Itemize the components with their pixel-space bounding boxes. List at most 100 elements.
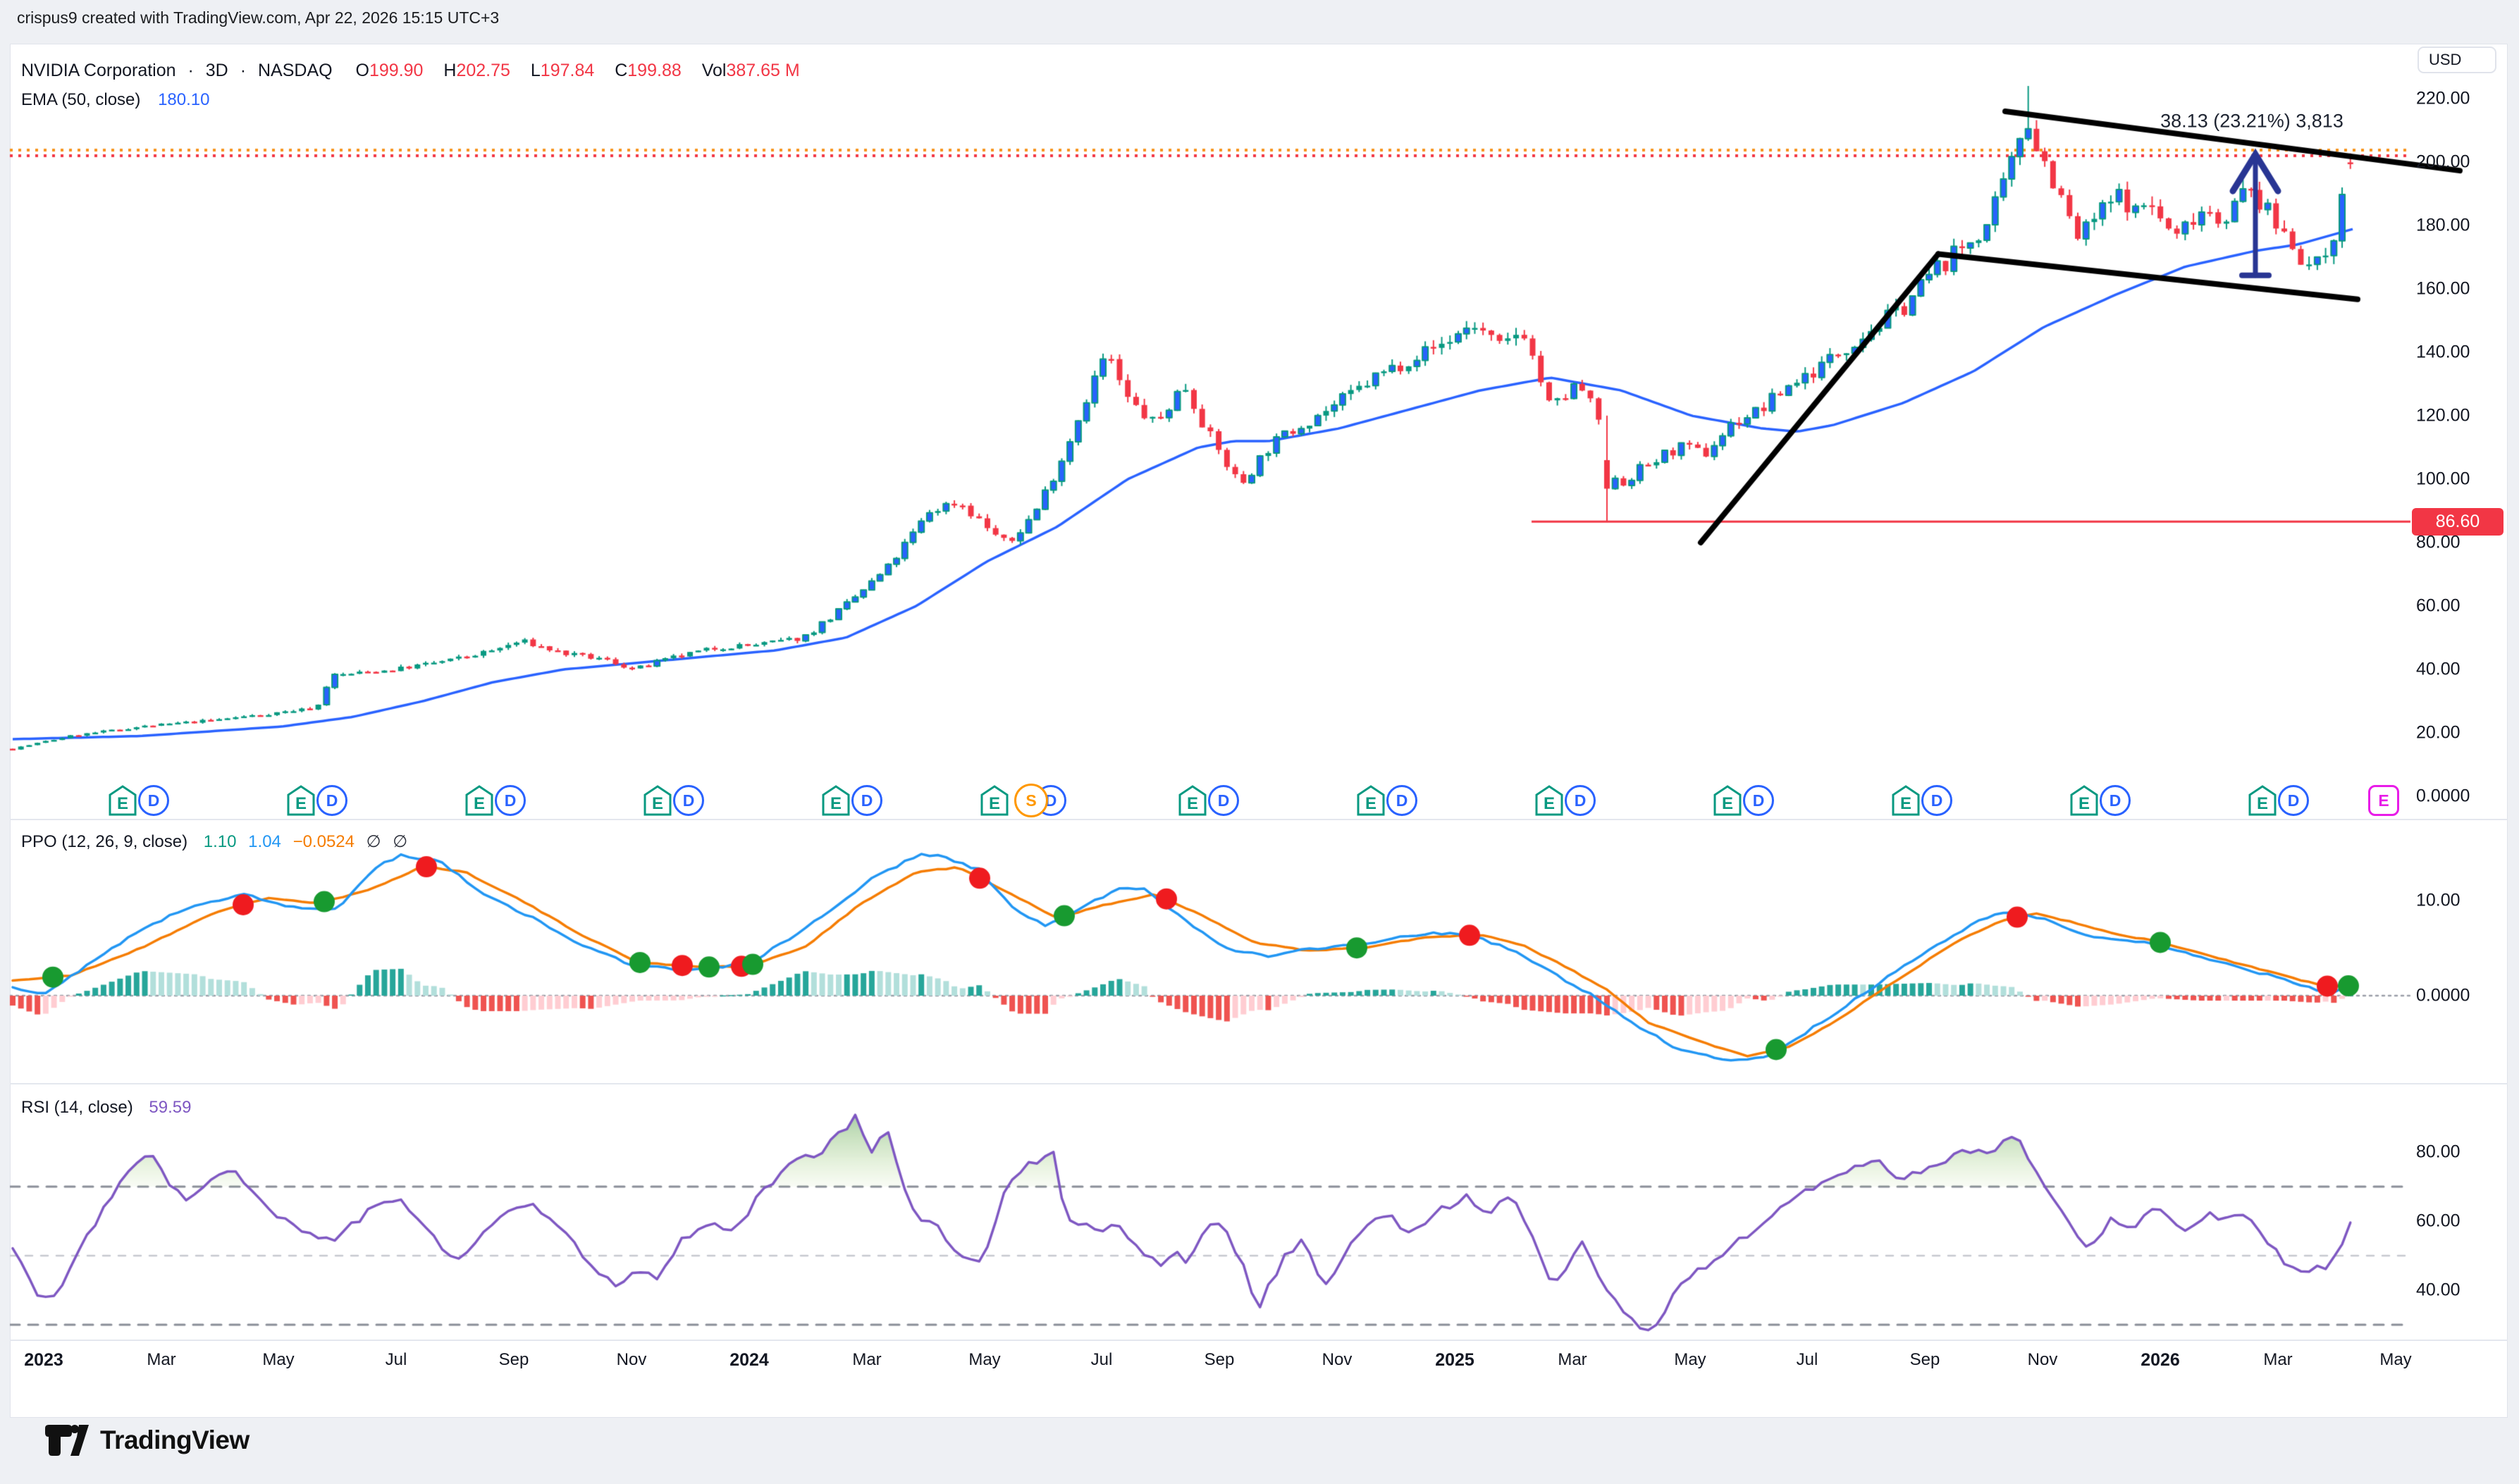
time-month-label[interactable]: Sep (499, 1350, 529, 1370)
price-tick-label: 220.00 (2416, 89, 2470, 109)
separator-dot: · (188, 61, 194, 80)
earnings-badge[interactable]: E (2070, 785, 2098, 816)
dividend-badge[interactable]: D (673, 785, 704, 816)
svg-text:E: E (830, 794, 842, 813)
ppo-hist-value: 1.10 (204, 832, 237, 851)
price-tick-label: 120.00 (2416, 406, 2470, 426)
rsi-tick-label: 80.00 (2416, 1142, 2461, 1163)
ppo-empty-icon: ∅ (393, 832, 407, 851)
open-value: 199.90 (369, 61, 423, 80)
time-month-label[interactable]: Mar (1558, 1350, 1587, 1370)
split-badge[interactable]: S (1014, 784, 1048, 817)
time-month-label[interactable]: Nov (1322, 1350, 1353, 1370)
dividend-badge[interactable]: D (2100, 785, 2131, 816)
earnings-badge[interactable]: E (109, 785, 137, 816)
ppo-line-value: 1.04 (248, 832, 281, 851)
price-tick-label: 40.00 (2416, 660, 2461, 680)
earnings-badge[interactable]: E (643, 785, 672, 816)
currency-chip[interactable]: USD (2418, 47, 2496, 73)
earnings-badge[interactable]: E (1535, 785, 1563, 816)
time-year-label[interactable]: 2025 (1435, 1350, 1474, 1371)
ema-value: 180.10 (158, 90, 209, 109)
chart-canvas[interactable] (0, 0, 2519, 1484)
price-tick-label: 140.00 (2416, 342, 2470, 363)
rsi-tick-label: 60.00 (2416, 1211, 2461, 1232)
time-month-label[interactable]: Sep (1205, 1350, 1235, 1370)
volume-value: 387.65 M (726, 61, 799, 80)
symbol-legend[interactable]: NVIDIA Corporation · 3D · NASDAQ O199.90… (21, 61, 807, 81)
dividend-badge[interactable]: D (1921, 785, 1952, 816)
panel-divider[interactable] (10, 1083, 2508, 1084)
time-month-label[interactable]: Mar (147, 1350, 175, 1370)
time-year-label[interactable]: 2024 (729, 1350, 769, 1371)
earnings-badge[interactable]: E (822, 785, 850, 816)
rsi-legend[interactable]: RSI (14, close) 59.59 (21, 1098, 198, 1118)
dividend-badge[interactable]: D (1565, 785, 1596, 816)
time-month-label[interactable]: Mar (2263, 1350, 2292, 1370)
rsi-tick-label: 40.00 (2416, 1280, 2461, 1301)
time-month-label[interactable]: Jul (1797, 1350, 1818, 1370)
low-value: 197.84 (541, 61, 594, 80)
earnings-badge[interactable]: E (465, 785, 493, 816)
ppo-tick-label: 0.0000 (2416, 986, 2470, 1006)
price-tick-label: 200.00 (2416, 152, 2470, 173)
time-month-label[interactable]: Sep (1910, 1350, 1940, 1370)
dividend-badge[interactable]: D (1386, 785, 1417, 816)
dividend-badge[interactable]: D (1743, 785, 1774, 816)
panel-divider[interactable] (10, 819, 2508, 820)
svg-text:E: E (1544, 794, 1555, 813)
time-month-label[interactable]: Nov (2028, 1350, 2058, 1370)
measure-annotation[interactable]: 38.13 (23.21%) 3,813 (2160, 111, 2344, 132)
dividend-badge[interactable]: D (138, 785, 169, 816)
time-month-label[interactable]: Mar (852, 1350, 881, 1370)
upcoming-earnings-badge[interactable]: E (2368, 785, 2399, 816)
time-year-label[interactable]: 2026 (2141, 1350, 2180, 1371)
earnings-badge[interactable]: E (2248, 785, 2277, 816)
price-level-badge[interactable]: 86.60 (2412, 508, 2503, 536)
volume-label: Vol (702, 61, 727, 80)
rsi-value: 59.59 (149, 1098, 191, 1117)
dividend-badge[interactable]: D (495, 785, 526, 816)
rsi-label: RSI (14, close) (21, 1098, 133, 1117)
time-month-label[interactable]: May (262, 1350, 294, 1370)
earnings-badge[interactable]: E (980, 785, 1009, 816)
ppo-signal-value: −0.0524 (293, 832, 355, 851)
svg-text:E: E (989, 794, 1000, 813)
high-value: 202.75 (456, 61, 510, 80)
dividend-badge[interactable]: D (2278, 785, 2309, 816)
ppo-legend[interactable]: PPO (12, 26, 9, close) 1.10 1.04 −0.0524… (21, 831, 414, 852)
earnings-badge[interactable]: E (287, 785, 315, 816)
price-tick-label: 100.00 (2416, 469, 2470, 490)
time-month-label[interactable]: May (1674, 1350, 1706, 1370)
dividend-badge[interactable]: D (1208, 785, 1239, 816)
time-month-label[interactable]: Jul (386, 1350, 407, 1370)
time-month-label[interactable]: Nov (617, 1350, 647, 1370)
tradingview-logo[interactable]: TradingView (45, 1425, 250, 1456)
ppo-tick-label: 10.00 (2416, 891, 2461, 911)
open-label: O (356, 61, 369, 80)
svg-text:E: E (1900, 794, 1911, 813)
svg-text:E: E (652, 794, 663, 813)
time-month-label[interactable]: May (2379, 1350, 2411, 1370)
dividend-badge[interactable]: D (316, 785, 347, 816)
low-label: L (531, 61, 541, 80)
ema-label: EMA (50, close) (21, 90, 140, 109)
price-tick-label: 180.00 (2416, 216, 2470, 236)
earnings-badge[interactable]: E (1357, 785, 1385, 816)
tradingview-screenshot: crispus9 created with TradingView.com, A… (0, 0, 2519, 1484)
exchange-label: NASDAQ (258, 61, 333, 80)
svg-text:E: E (117, 794, 128, 813)
price-tick-label: 60.00 (2416, 596, 2461, 617)
earnings-badge[interactable]: E (1713, 785, 1742, 816)
separator-dot: · (240, 61, 246, 80)
panel-divider[interactable] (10, 1340, 2508, 1341)
svg-text:E: E (1365, 794, 1376, 813)
ema-legend[interactable]: EMA (50, close) 180.10 (21, 90, 216, 110)
dividend-badge[interactable]: D (851, 785, 882, 816)
interval-label[interactable]: 3D (206, 61, 228, 80)
time-month-label[interactable]: Jul (1091, 1350, 1113, 1370)
earnings-badge[interactable]: E (1178, 785, 1207, 816)
time-year-label[interactable]: 2023 (24, 1350, 63, 1371)
earnings-badge[interactable]: E (1892, 785, 1920, 816)
time-month-label[interactable]: May (968, 1350, 1000, 1370)
